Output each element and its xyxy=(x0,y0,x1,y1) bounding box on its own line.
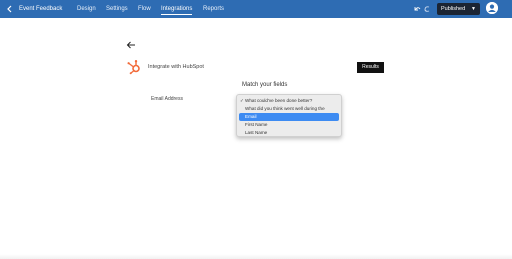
top-navigation-bar: Event Feedback Design Settings Flow Inte… xyxy=(0,0,512,18)
chevron-down-icon: ▼ xyxy=(471,6,476,12)
page-bottom-shadow xyxy=(0,254,512,259)
tab-design[interactable]: Design xyxy=(77,4,96,14)
dropdown-option[interactable]: What did you think went well during the … xyxy=(239,105,339,119)
checkmark-icon: ✓ xyxy=(240,98,244,103)
back-icon[interactable] xyxy=(5,3,15,15)
option-label: Last Name xyxy=(245,130,268,135)
dropdown-option[interactable]: First Name xyxy=(239,121,339,129)
tab-flow[interactable]: Flow xyxy=(138,4,151,14)
option-label: Email xyxy=(245,114,257,119)
option-label: First Name xyxy=(245,122,268,127)
tab-integrations[interactable]: Integrations xyxy=(161,4,193,15)
field-select-dropdown[interactable]: ✓ What could've been done better? What d… xyxy=(236,94,342,137)
tab-reports[interactable]: Reports xyxy=(203,4,224,14)
avatar[interactable] xyxy=(486,2,498,14)
published-label: Published xyxy=(441,6,466,12)
redo-icon[interactable] xyxy=(422,3,432,15)
dropdown-option[interactable]: ✓ What could've been done better? xyxy=(239,97,339,105)
integration-title: Integrate with HubSpot xyxy=(148,64,204,70)
published-button[interactable]: Published ▼ xyxy=(437,3,480,15)
results-button[interactable]: Results xyxy=(357,62,384,73)
undo-icon[interactable] xyxy=(412,3,422,15)
tab-settings[interactable]: Settings xyxy=(106,4,128,14)
hubspot-logo-icon xyxy=(126,59,142,75)
field-label-email-address: Email Address xyxy=(151,96,183,102)
dropdown-option-highlighted[interactable]: Email xyxy=(239,113,339,121)
app-title[interactable]: Event Feedback xyxy=(19,4,62,14)
option-label: What could've been done better? xyxy=(245,98,313,103)
match-fields-heading: Match your fields xyxy=(242,82,288,88)
dropdown-option[interactable]: Last Name xyxy=(239,129,339,137)
arrow-left-icon[interactable] xyxy=(126,40,136,53)
